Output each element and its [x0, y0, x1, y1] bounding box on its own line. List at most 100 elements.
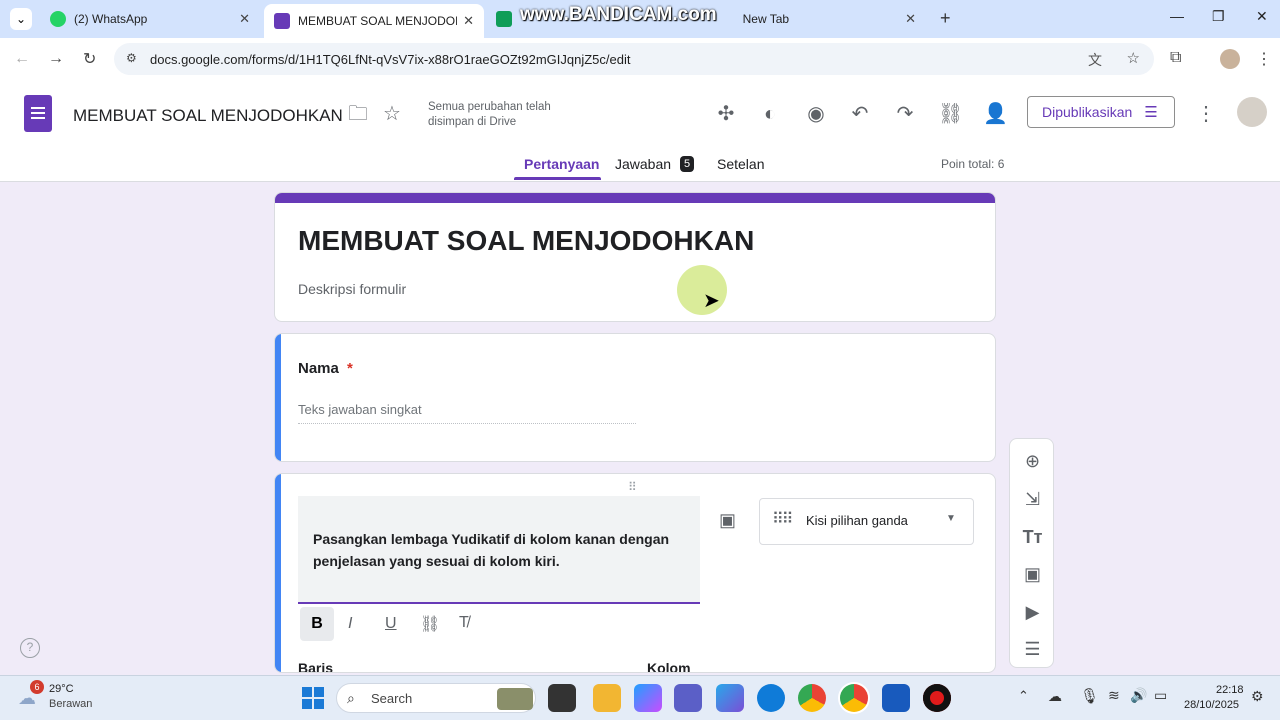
- add-image-icon[interactable]: ▣: [1010, 564, 1055, 585]
- search-highlight-image: [497, 688, 533, 710]
- question-label: Nama: [298, 360, 339, 377]
- notification-icon[interactable]: ⚙: [1251, 688, 1264, 705]
- star-icon[interactable]: ☆: [380, 102, 404, 126]
- bold-icon[interactable]: B: [300, 607, 334, 641]
- clock-date[interactable]: 28/10/2025: [1184, 699, 1239, 711]
- profile-avatar[interactable]: [1220, 49, 1240, 69]
- extensions-icon[interactable]: ⧉: [1170, 49, 1181, 67]
- show-hidden-icons[interactable]: ⌃: [1018, 688, 1029, 704]
- publish-button[interactable]: Dipublikasikan ☰: [1027, 96, 1175, 128]
- account-avatar[interactable]: [1237, 97, 1267, 127]
- browser-tab-forms[interactable]: MEMBUAT SOAL MENJODOHKAN ✕: [264, 4, 484, 38]
- close-icon[interactable]: ✕: [905, 11, 916, 27]
- close-icon[interactable]: ✕: [239, 11, 250, 27]
- form-title[interactable]: MEMBUAT SOAL MENJODOHKAN: [298, 225, 754, 257]
- weather-desc: Berawan: [49, 698, 93, 710]
- maximize-icon[interactable]: ❐: [1212, 8, 1225, 25]
- import-questions-icon[interactable]: ⇲: [1010, 489, 1055, 510]
- folder-icon[interactable]: 🗀: [346, 102, 370, 126]
- start-icon[interactable]: [302, 687, 324, 709]
- back-icon[interactable]: ←: [14, 50, 30, 68]
- bookmark-star-icon[interactable]: ☆: [1127, 49, 1140, 67]
- translate-icon[interactable]: 文: [1088, 50, 1102, 70]
- form-header-card[interactable]: MEMBUAT SOAL MENJODOHKAN Deskripsi formu…: [274, 192, 996, 322]
- chrome-profile-icon[interactable]: [840, 684, 868, 712]
- preview-eye-icon[interactable]: ◉: [804, 102, 828, 126]
- tab-setelan[interactable]: Setelan: [717, 156, 764, 172]
- tab-search-button[interactable]: ⌄: [10, 8, 32, 30]
- add-section-icon[interactable]: ☰: [1010, 639, 1055, 660]
- tab-title: MEMBUAT SOAL MENJODOHKAN: [298, 14, 457, 28]
- edge-icon[interactable]: [757, 684, 785, 712]
- drag-handle-icon[interactable]: ⠿: [628, 480, 637, 494]
- chrome-icon[interactable]: [798, 684, 826, 712]
- url-text: docs.google.com/forms/d/1H1TQ6LfNt-qVsV7…: [150, 51, 631, 67]
- redo-icon[interactable]: ↷: [893, 102, 917, 126]
- site-info-icon[interactable]: ⚙: [126, 51, 137, 65]
- browser-tab-whatsapp[interactable]: (2) WhatsApp ✕: [40, 4, 260, 34]
- tab-pertanyaan[interactable]: Pertanyaan: [524, 156, 599, 172]
- tab-title: (2) WhatsApp: [74, 12, 148, 26]
- add-question-icon[interactable]: ⊕: [1010, 451, 1055, 472]
- weather-badge: 6: [30, 680, 44, 694]
- more-vert-icon[interactable]: ⋮: [1194, 102, 1218, 126]
- copilot-icon[interactable]: [634, 684, 662, 712]
- underline-icon[interactable]: U: [385, 615, 397, 633]
- mouse-cursor-icon: ➤: [703, 290, 720, 312]
- add-video-icon[interactable]: ▶: [1010, 602, 1055, 623]
- palette-icon[interactable]: ◐: [758, 102, 782, 126]
- word-icon[interactable]: [882, 684, 910, 712]
- question-type-dropdown[interactable]: ⠿⠿ Kisi pilihan ganda ▼: [759, 498, 974, 545]
- question-card-matching[interactable]: ⠿ Pasangkan lembaga Yudikatif di kolom k…: [274, 473, 996, 673]
- clock-time[interactable]: 22:18: [1216, 684, 1244, 696]
- new-tab-button[interactable]: +: [940, 8, 951, 29]
- file-explorer-icon[interactable]: [593, 684, 621, 712]
- insert-link-icon[interactable]: ⛓: [420, 614, 440, 634]
- close-window-icon[interactable]: ✕: [1256, 8, 1268, 25]
- address-bar[interactable]: ⚙ docs.google.com/forms/d/1H1TQ6LfNt-qVs…: [114, 43, 1154, 75]
- italic-icon[interactable]: I: [348, 615, 352, 633]
- clear-format-icon[interactable]: T̸: [459, 614, 469, 632]
- forward-icon[interactable]: →: [48, 50, 64, 68]
- taskbar-search-box[interactable]: ⌕ Search: [336, 683, 536, 713]
- document-title[interactable]: MEMBUAT SOAL MENJODOHKAN: [73, 106, 343, 126]
- task-view-icon[interactable]: [548, 684, 576, 712]
- responses-count-badge: 5: [680, 156, 694, 172]
- question-text-field[interactable]: Pasangkan lembaga Yudikatif di kolom kan…: [298, 496, 700, 604]
- theme-bar: [275, 193, 995, 203]
- add-title-icon[interactable]: Tт: [1010, 527, 1055, 548]
- short-answer-placeholder: Teks jawaban singkat: [298, 402, 636, 424]
- reload-icon[interactable]: ↻: [83, 49, 96, 69]
- teams-icon[interactable]: [674, 684, 702, 712]
- add-collaborator-icon[interactable]: 👤: [983, 102, 1008, 126]
- grid-icon: ⠿⠿: [772, 511, 793, 528]
- minimize-icon[interactable]: —: [1170, 8, 1184, 24]
- battery-icon[interactable]: ▭: [1154, 687, 1167, 704]
- addon-puzzle-icon[interactable]: ✣: [714, 102, 738, 126]
- form-description[interactable]: Deskripsi formulir: [298, 281, 406, 297]
- undo-icon[interactable]: ↶: [848, 102, 872, 126]
- question-focus-bar: [275, 334, 281, 461]
- link-icon[interactable]: ⛓: [938, 102, 963, 126]
- points-total: Poin total: 6: [941, 157, 1005, 171]
- network-meet-icon[interactable]: ☁: [1048, 688, 1062, 705]
- search-label: Search: [371, 691, 413, 706]
- whatsapp-icon: [50, 11, 66, 27]
- volume-icon[interactable]: 🔊: [1130, 687, 1147, 704]
- question-card-nama[interactable]: Nama * Teks jawaban singkat: [274, 333, 996, 462]
- tab-jawaban[interactable]: Jawaban: [615, 156, 671, 172]
- google-forms-icon: [274, 13, 290, 29]
- bandicam-icon[interactable]: [923, 684, 951, 712]
- required-mark: *: [347, 360, 353, 377]
- help-icon[interactable]: ?: [20, 638, 40, 658]
- microphone-icon[interactable]: 🎙: [1080, 687, 1099, 705]
- close-icon[interactable]: ✕: [463, 13, 474, 29]
- google-forms-logo[interactable]: [24, 95, 52, 132]
- wifi-icon[interactable]: ≋: [1108, 687, 1120, 704]
- browser-toolbar: ← → ↻ ⚙ docs.google.com/forms/d/1H1TQ6Lf…: [0, 38, 1280, 82]
- add-image-icon[interactable]: ▣: [719, 510, 736, 531]
- save-status: Semua perubahan telah disimpan di Drive: [428, 101, 551, 128]
- microsoft-365-icon[interactable]: [716, 684, 744, 712]
- browser-menu-icon[interactable]: ⋮: [1256, 49, 1272, 69]
- weather-widget[interactable]: ☁ 6: [18, 680, 44, 708]
